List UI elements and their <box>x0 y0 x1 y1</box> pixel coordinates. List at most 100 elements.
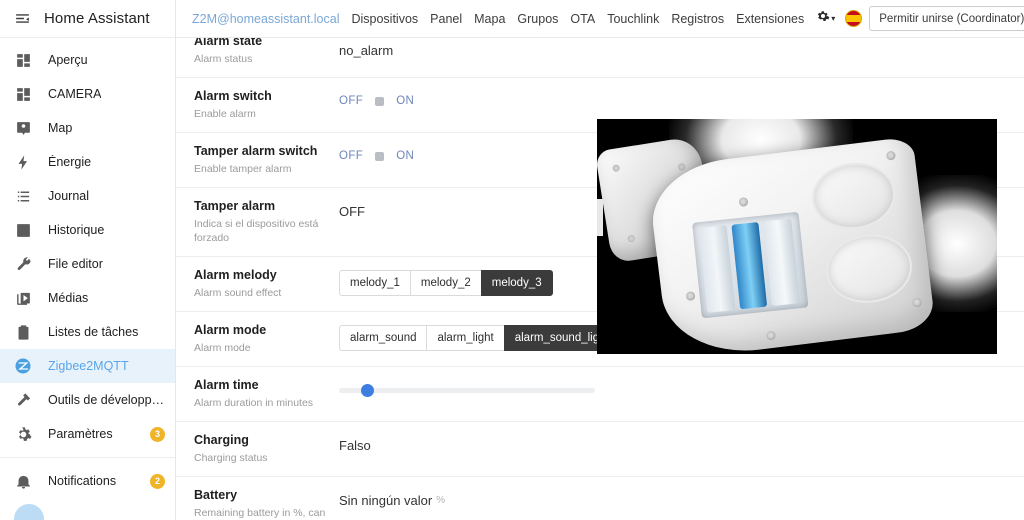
tab-mapa[interactable]: Mapa <box>468 12 511 26</box>
row-title: Alarm melody <box>194 268 277 282</box>
row-control: OFF ON <box>339 89 1008 111</box>
row-labels: Tamper alarm Indica si el dispositivo es… <box>194 199 339 245</box>
value-text: no_alarm <box>339 42 394 58</box>
row-control <box>339 378 1008 400</box>
device-body <box>646 136 936 354</box>
alarm-melody-option-1[interactable]: melody_1 <box>339 270 410 296</box>
toggle-knob-icon[interactable] <box>375 96 385 106</box>
sidebar-item-label: Notifications <box>48 474 117 488</box>
sidebar-item-outils-de-developpement[interactable]: Outils de développement <box>0 383 175 417</box>
alarm-melody-option-3[interactable]: melody_3 <box>480 270 553 296</box>
row-title: Alarm switch <box>194 89 272 103</box>
row-value: Sin ningún valor % <box>339 488 1008 510</box>
sidebar-item-listes-de-taches[interactable]: Listes de tâches <box>0 315 175 349</box>
setting-row-alarm-state: Alarm state Alarm status no_alarm <box>176 38 1024 78</box>
row-title: Alarm state <box>194 38 263 48</box>
alarm-mode-option-1[interactable]: alarm_sound <box>339 325 427 351</box>
value-text: Falso <box>339 437 371 453</box>
setting-row-charging: Charging Charging status Falso <box>176 422 1024 477</box>
sidebar-item-label: Énergie <box>48 155 92 169</box>
sidebar-nav-list: Aperçu CAMERA Map Énergie Journal Histor… <box>0 38 175 498</box>
row-labels: Alarm state Alarm status <box>194 38 339 66</box>
sidebar-item-apercu[interactable]: Aperçu <box>0 43 175 77</box>
tamper-alarm-switch-toggle[interactable]: OFF ON <box>339 150 414 162</box>
alarm-mode-option-2[interactable]: alarm_light <box>426 325 504 351</box>
row-value: no_alarm <box>339 38 1008 60</box>
sidebar-item-map[interactable]: Map <box>0 111 175 145</box>
row-description: Remaining battery in %, can take up to 2… <box>194 507 326 519</box>
settings-menu-button[interactable]: ▾ <box>810 9 841 28</box>
tab-grupos[interactable]: Grupos <box>511 12 564 26</box>
toggle-on-label[interactable]: ON <box>396 95 414 107</box>
sidebar-item-notifications[interactable]: Notifications 2 <box>0 464 175 498</box>
row-title: Tamper alarm switch <box>194 144 318 158</box>
speaker-ring-upper <box>808 158 899 234</box>
topbar: Z2M@homeassistant.local Dispositivos Pan… <box>176 0 1024 38</box>
row-labels: Alarm melody Alarm sound effect <box>194 268 339 300</box>
toggle-off-label[interactable]: OFF <box>339 150 363 162</box>
row-labels: Battery Remaining battery in %, can take… <box>194 488 339 520</box>
permit-join-select[interactable]: Permitir unirse (Coordinator) <box>869 6 1024 31</box>
avatar[interactable] <box>14 504 44 520</box>
sidebar-item-journal[interactable]: Journal <box>0 179 175 213</box>
status-badge: 3 <box>150 426 165 442</box>
value-text: Sin ningún valor <box>339 492 433 508</box>
slider-thumb[interactable] <box>361 384 375 397</box>
alarm-switch-toggle[interactable]: OFF ON <box>339 95 414 107</box>
sidebar-item-label: Paramètres <box>48 427 113 441</box>
sidebar-item-medias[interactable]: Médias <box>0 281 175 315</box>
sidebar-item-label: Journal <box>48 189 89 203</box>
sidebar-item-label: Aperçu <box>48 53 88 67</box>
sidebar-item-file-editor[interactable]: File editor <box>0 247 175 281</box>
zigbee2mqtt-icon <box>12 355 34 377</box>
sidebar-item-zigbee2mqtt[interactable]: Zigbee2MQTT <box>0 349 175 383</box>
sidebar-item-label: Médias <box>48 291 89 305</box>
toggle-off-label[interactable]: OFF <box>339 95 363 107</box>
gear-icon <box>816 9 830 28</box>
sidebar-item-label: Map <box>48 121 73 135</box>
row-value: Falso <box>339 433 1008 455</box>
tab-panel[interactable]: Panel <box>424 12 468 26</box>
sidebar-divider <box>0 457 175 458</box>
status-badge: 2 <box>150 473 165 489</box>
tab-dispositivos[interactable]: Dispositivos <box>345 12 424 26</box>
row-description: Indica si el dispositivo está forzado <box>194 218 319 244</box>
view-dashboard-icon <box>12 83 34 105</box>
row-title: Alarm time <box>194 378 259 392</box>
row-labels: Tamper alarm switch Enable tamper alarm <box>194 144 339 176</box>
bell-icon <box>12 470 34 492</box>
account-badge-icon <box>12 117 34 139</box>
spain-flag-icon[interactable] <box>845 10 863 27</box>
device-photo-overlay[interactable] <box>597 119 997 354</box>
sidebar-title: Home Assistant <box>44 10 150 27</box>
sidebar-item-energie[interactable]: Énergie <box>0 145 175 179</box>
chart-box-icon <box>12 219 34 241</box>
lightning-bolt-icon <box>12 151 34 173</box>
row-description: Alarm sound effect <box>194 287 282 299</box>
speaker-ring-lower <box>822 230 916 308</box>
tab-ota[interactable]: OTA <box>564 12 601 26</box>
main-panel: Z2M@homeassistant.local Dispositivos Pan… <box>176 0 1024 520</box>
tab-touchlink[interactable]: Touchlink <box>601 12 665 26</box>
format-list-bulleted-icon <box>12 185 34 207</box>
chevron-down-icon: ▾ <box>831 14 836 23</box>
toggle-on-label[interactable]: ON <box>396 150 414 162</box>
value-text: OFF <box>339 203 365 219</box>
hammer-icon <box>12 389 34 411</box>
breadcrumb-brand-link[interactable]: Z2M@homeassistant.local <box>186 12 345 26</box>
row-labels: Alarm mode Alarm mode <box>194 323 339 355</box>
tab-registros[interactable]: Registros <box>665 12 730 26</box>
sidebar-item-historique[interactable]: Historique <box>0 213 175 247</box>
view-dashboard-icon <box>12 49 34 71</box>
battery-compartment <box>691 211 809 319</box>
alarm-time-slider[interactable] <box>339 381 595 399</box>
row-title: Alarm mode <box>194 323 267 337</box>
sidebar-item-parametres[interactable]: Paramètres 3 <box>0 417 175 451</box>
sidebar-item-camera[interactable]: CAMERA <box>0 77 175 111</box>
tab-extensiones[interactable]: Extensiones <box>730 12 810 26</box>
toggle-knob-icon[interactable] <box>375 151 385 161</box>
row-labels: Alarm switch Enable alarm <box>194 89 339 121</box>
row-description: Alarm mode <box>194 342 251 354</box>
alarm-melody-option-2[interactable]: melody_2 <box>409 270 481 296</box>
menu-open-icon[interactable] <box>8 5 36 33</box>
